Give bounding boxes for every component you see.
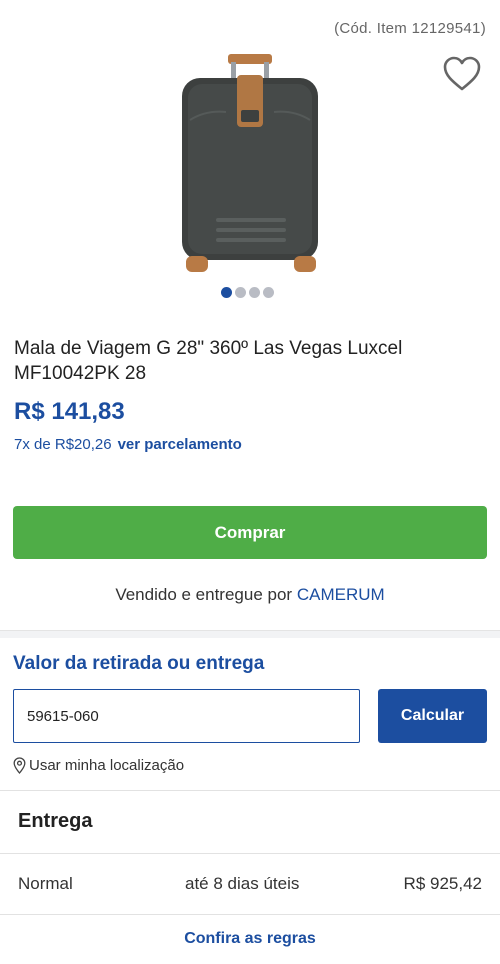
rules-link[interactable]: Confira as regras xyxy=(0,930,500,948)
installments-text: 7x de R$20,26 xyxy=(14,436,112,453)
gallery-dots[interactable] xyxy=(221,287,274,298)
delivery-type: Normal xyxy=(18,874,73,893)
gallery-dot[interactable] xyxy=(235,287,246,298)
seller-link[interactable]: CAMERUM xyxy=(297,585,385,604)
cep-input[interactable] xyxy=(13,689,360,743)
installments-link[interactable]: ver parcelamento xyxy=(118,436,242,453)
delivery-title: Entrega xyxy=(18,810,93,832)
item-code: (Cód. Item 12129541) xyxy=(334,20,486,37)
installments: 7x de R$20,26 ver parcelamento xyxy=(14,436,242,453)
shipping-section-title: Valor da retirada ou entrega xyxy=(13,653,265,674)
heart-icon[interactable] xyxy=(442,55,482,93)
gallery-dot[interactable] xyxy=(249,287,260,298)
seller-prefix: Vendido e entregue por xyxy=(115,585,293,604)
product-price: R$ 141,83 xyxy=(14,398,125,425)
seller-info: Vendido e entregue por CAMERUM xyxy=(0,585,500,605)
calculate-button[interactable]: Calcular xyxy=(378,689,487,743)
gallery-dot[interactable] xyxy=(263,287,274,298)
product-title: Mala de Viagem G 28" 360º Las Vegas Luxc… xyxy=(14,338,403,384)
use-location-link[interactable]: Usar minha localização xyxy=(13,757,184,774)
divider xyxy=(0,790,500,791)
divider xyxy=(0,914,500,915)
gallery-dot-active[interactable] xyxy=(221,287,232,298)
section-divider xyxy=(0,630,500,638)
map-pin-icon xyxy=(13,757,26,774)
delivery-time: até 8 dias úteis xyxy=(185,874,300,893)
delivery-price: R$ 925,42 xyxy=(403,874,482,893)
use-location-label: Usar minha localização xyxy=(29,757,185,774)
buy-button[interactable]: Comprar xyxy=(13,506,487,559)
divider xyxy=(0,853,500,854)
suitcase-image xyxy=(182,54,318,272)
